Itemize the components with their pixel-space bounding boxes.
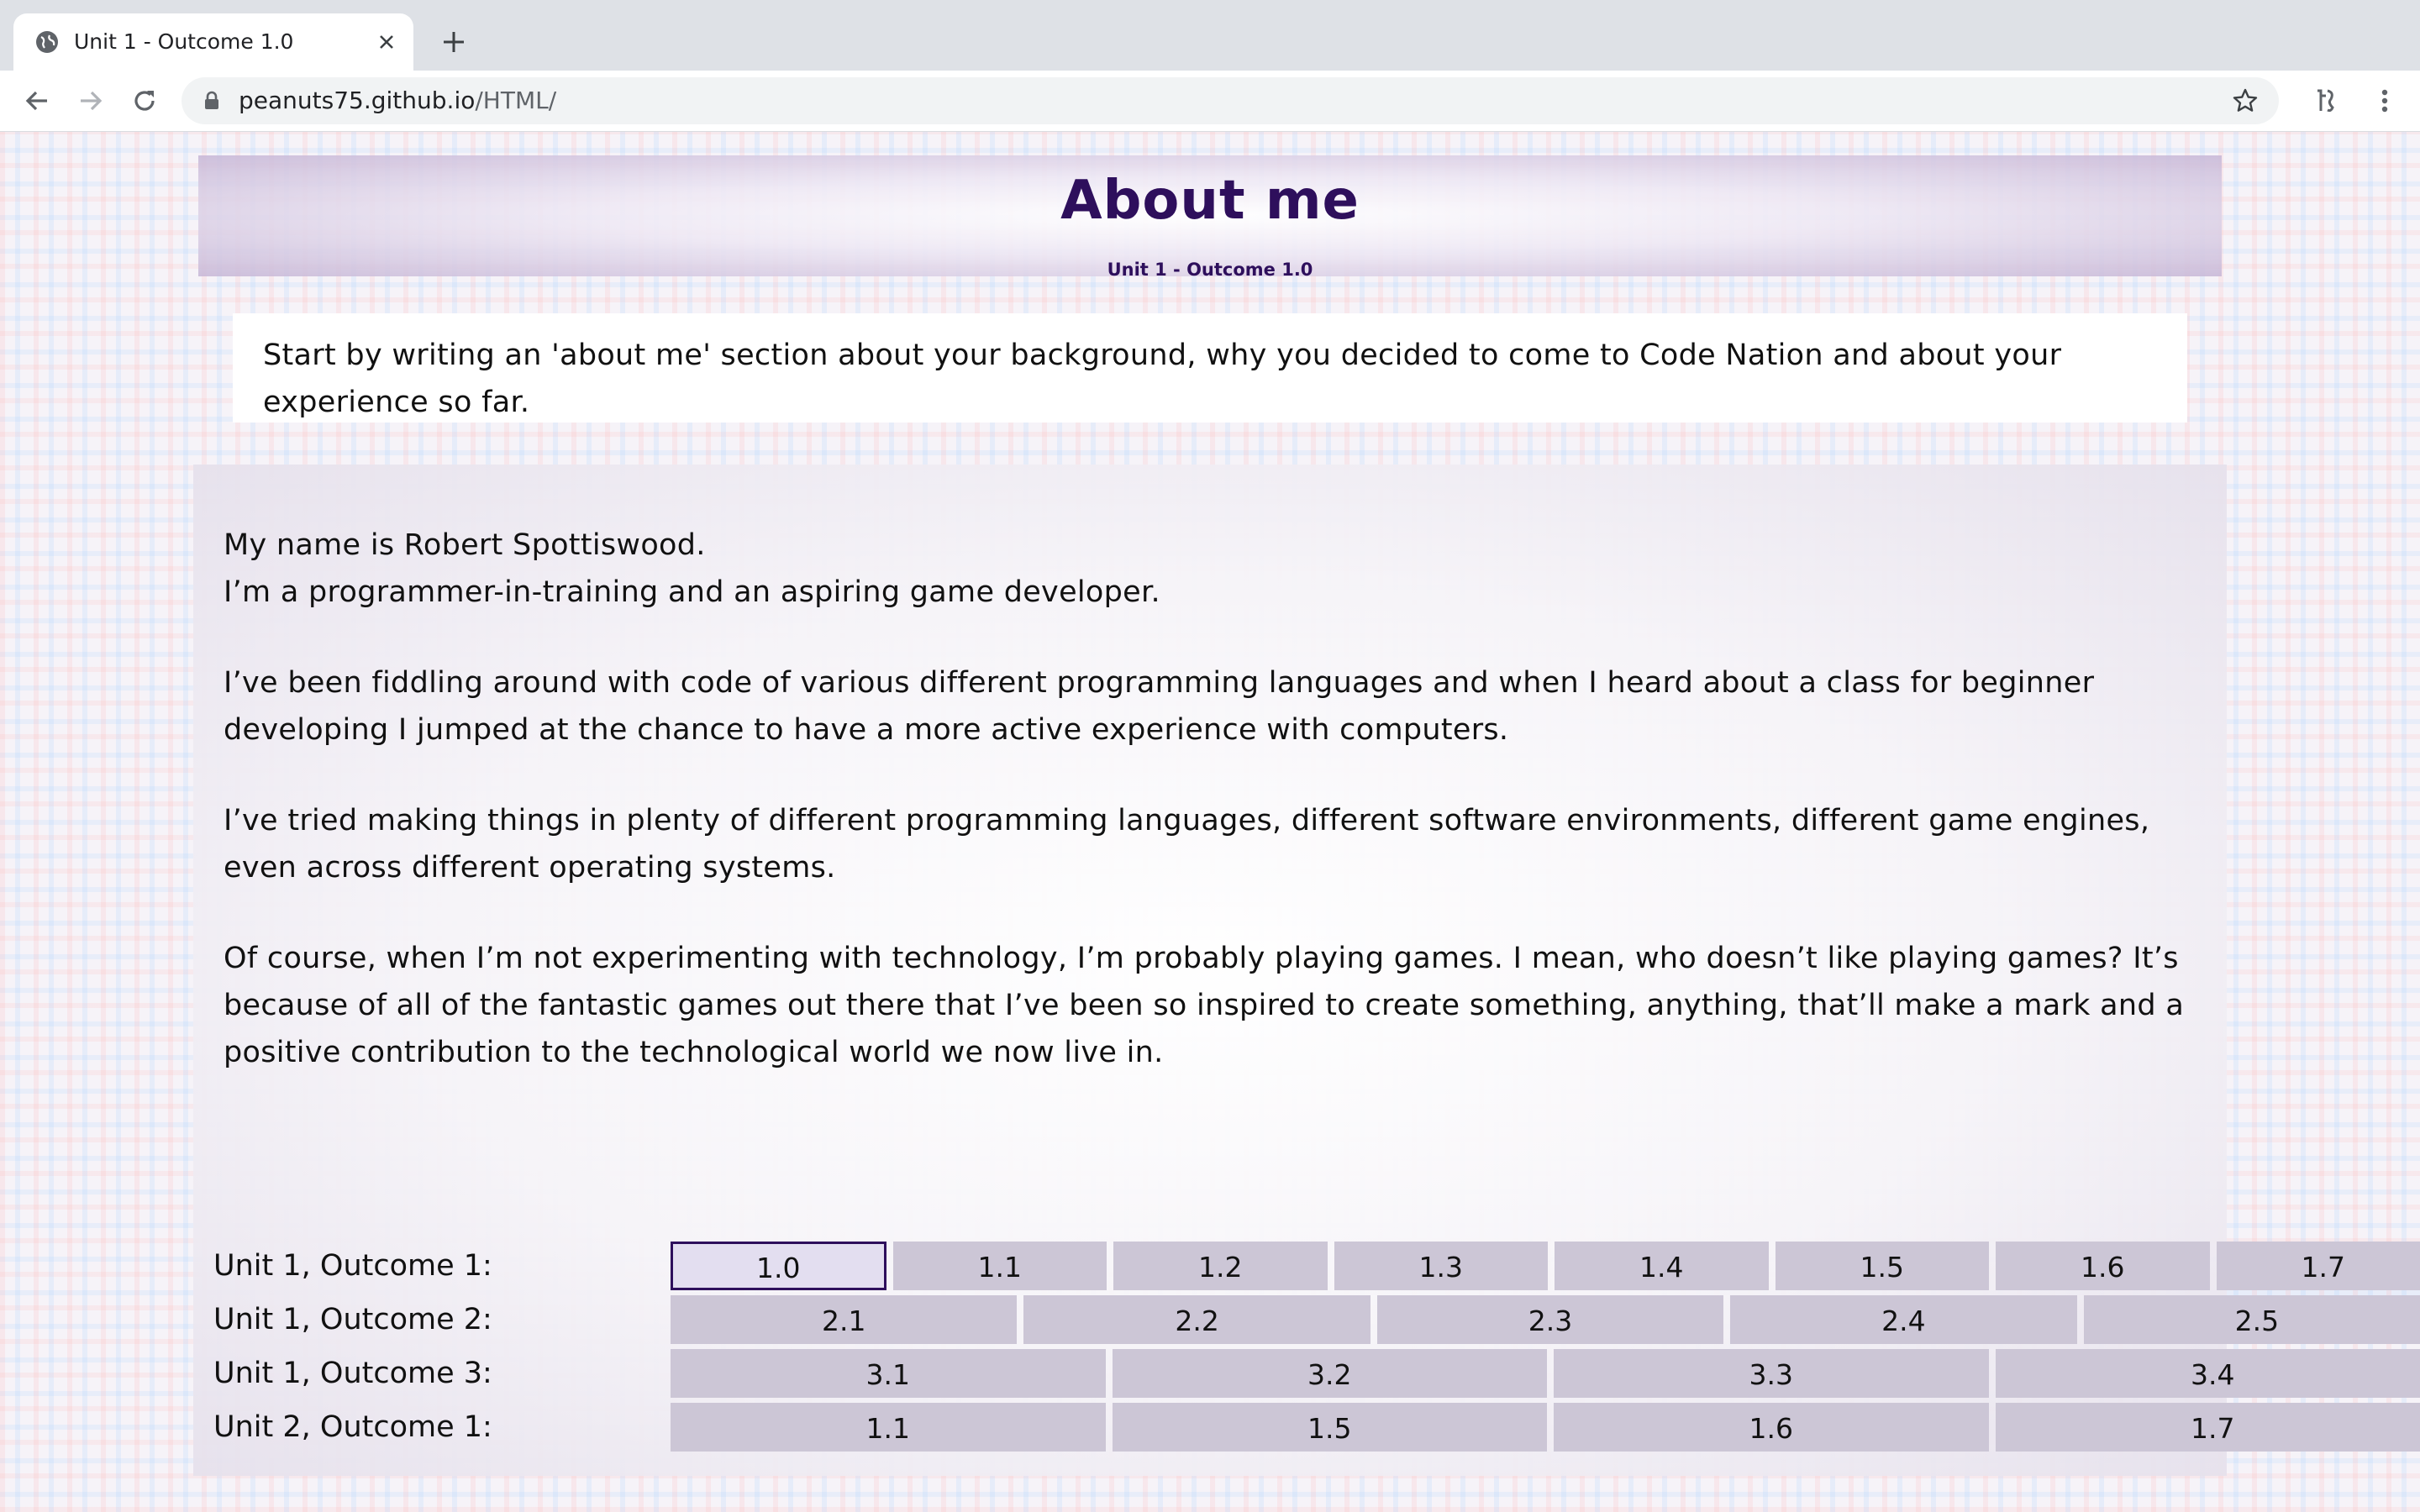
outcome-link-3-1[interactable]: 3.1 bbox=[671, 1349, 1106, 1398]
close-tab-icon[interactable] bbox=[371, 27, 402, 57]
outcome-row-label: Unit 1, Outcome 1: bbox=[213, 1249, 492, 1283]
back-arrow-icon[interactable] bbox=[20, 84, 54, 118]
outcome-link-1-4[interactable]: 1.4 bbox=[1555, 1242, 1769, 1290]
background-paragraph: I’ve been fiddling around with code of v… bbox=[224, 666, 2095, 747]
address-bar[interactable]: peanuts75.github.io/HTML/ bbox=[182, 77, 2279, 124]
outcome-link-3-3[interactable]: 3.3 bbox=[1554, 1349, 1989, 1398]
outcome-row-label: Unit 2, Outcome 1: bbox=[213, 1410, 492, 1444]
outcome-link-1-5[interactable]: 1.5 bbox=[1775, 1242, 1989, 1290]
url-text[interactable]: peanuts75.github.io/HTML/ bbox=[239, 77, 556, 124]
intro-paragraph: My name is Robert Spottiswood. I’m a pro… bbox=[224, 528, 1160, 609]
outcome-link-3-4[interactable]: 3.4 bbox=[1995, 1349, 2420, 1398]
experience-paragraph: I’ve tried making things in plenty of di… bbox=[224, 804, 2150, 885]
page-header: About me Unit 1 - Outcome 1.0 bbox=[198, 155, 2222, 280]
outcome-link-2-2[interactable]: 2.2 bbox=[1023, 1295, 1370, 1344]
outcome-row-unit1-outcome2: Unit 1, Outcome 2: 2.1 2.2 2.3 2.4 2.5 bbox=[213, 1295, 2420, 1344]
page-subtitle: Unit 1 - Outcome 1.0 bbox=[1107, 260, 1313, 280]
outcome-link-3-2[interactable]: 3.2 bbox=[1112, 1349, 1547, 1398]
outcome-row-unit1-outcome3: Unit 1, Outcome 3: 3.1 3.2 3.3 3.4 bbox=[213, 1349, 2420, 1398]
outcome-link-2-4[interactable]: 2.4 bbox=[1730, 1295, 2077, 1344]
prompt-text: Start by writing an 'about me' section a… bbox=[263, 339, 2062, 419]
page-title: About me bbox=[1060, 170, 1360, 232]
outcome-buttons: 3.1 3.2 3.3 3.4 bbox=[671, 1349, 2420, 1398]
reload-icon[interactable] bbox=[128, 84, 161, 118]
globe-icon bbox=[36, 31, 58, 53]
browser-tabstrip: Unit 1 - Outcome 1.0 bbox=[0, 0, 2420, 71]
tab-title: Unit 1 - Outcome 1.0 bbox=[74, 29, 294, 54]
about-me-panel: My name is Robert Spottiswood. I’m a pro… bbox=[193, 465, 2420, 1476]
outcome-link-1-0[interactable]: 1.0 bbox=[671, 1242, 886, 1290]
outcome-link-1-7[interactable]: 1.7 bbox=[2216, 1242, 2420, 1290]
outcome-buttons: 1.1 1.5 1.6 1.7 bbox=[671, 1403, 2420, 1452]
outcome-buttons: 1.0 1.1 1.2 1.3 1.4 1.5 1.6 1.7 bbox=[671, 1242, 2420, 1290]
outcome-link-1-6[interactable]: 1.6 bbox=[1554, 1403, 1989, 1452]
more-menu-icon[interactable] bbox=[2368, 84, 2402, 118]
outcome-link-1-1[interactable]: 1.1 bbox=[671, 1403, 1106, 1452]
outcome-link-2-1[interactable]: 2.1 bbox=[671, 1295, 1018, 1344]
outcome-row-unit1-outcome1: Unit 1, Outcome 1: 1.0 1.1 1.2 1.3 1.4 1.5 1.6… bbox=[213, 1242, 2420, 1290]
outcome-link-1-5[interactable]: 1.5 bbox=[1112, 1403, 1547, 1452]
bookmark-star-icon[interactable] bbox=[2230, 86, 2260, 116]
extension-icon[interactable] bbox=[2309, 84, 2343, 118]
outcome-link-2-5[interactable]: 2.5 bbox=[2083, 1295, 2420, 1344]
outcome-row-label: Unit 1, Outcome 3: bbox=[213, 1357, 492, 1390]
games-paragraph: Of course, when I’m not experimenting wi… bbox=[224, 942, 2185, 1069]
page-viewport: About me Unit 1 - Outcome 1.0 Start by w… bbox=[0, 132, 2420, 1512]
forward-arrow-icon[interactable] bbox=[74, 84, 108, 118]
browser-tab[interactable]: Unit 1 - Outcome 1.0 bbox=[13, 13, 413, 71]
lock-icon[interactable] bbox=[200, 89, 224, 113]
outcome-link-2-3[interactable]: 2.3 bbox=[1376, 1295, 1724, 1344]
url-host: peanuts75.github.io bbox=[239, 87, 476, 114]
assignment-prompt: Start by writing an 'about me' section a… bbox=[233, 313, 2187, 423]
outcome-buttons: 2.1 2.2 2.3 2.4 2.5 bbox=[671, 1295, 2420, 1344]
browser-toolbar: peanuts75.github.io/HTML/ bbox=[0, 71, 2420, 132]
outcome-row-unit2-outcome1: Unit 2, Outcome 1: 1.1 1.5 1.6 1.7 bbox=[213, 1403, 2420, 1452]
outcome-link-1-7[interactable]: 1.7 bbox=[1995, 1403, 2420, 1452]
outcome-link-1-3[interactable]: 1.3 bbox=[1334, 1242, 1548, 1290]
url-path: /HTML/ bbox=[475, 87, 557, 114]
new-tab-icon[interactable] bbox=[437, 25, 471, 59]
outcome-row-label: Unit 1, Outcome 2: bbox=[213, 1303, 492, 1336]
outcome-link-1-1[interactable]: 1.1 bbox=[892, 1242, 1107, 1290]
outcome-link-1-6[interactable]: 1.6 bbox=[1996, 1242, 2210, 1290]
outcome-link-1-2[interactable]: 1.2 bbox=[1113, 1242, 1328, 1290]
